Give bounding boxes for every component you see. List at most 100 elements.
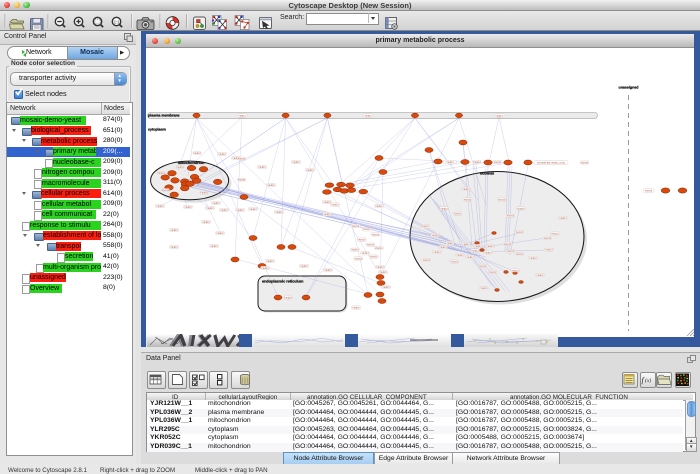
svg-text:Ybr012: Ybr012 <box>507 250 515 253</box>
svg-text:Ybr012: Ybr012 <box>261 267 269 270</box>
svg-text:cytoplasm: cytoplasm <box>148 128 166 132</box>
svg-text:Ybr012: Ybr012 <box>439 246 447 249</box>
svg-text:Ybr012: Ybr012 <box>551 232 559 235</box>
svg-text:Ybr012: Ybr012 <box>358 239 366 242</box>
svg-text:Ybr012: Ybr012 <box>170 229 178 232</box>
svg-text:GO:0044464 cellular_comp: GO:0044464 cellular_comp <box>537 161 566 164</box>
svg-text:Ybr012: Ybr012 <box>516 231 524 234</box>
svg-text:(x): (x) <box>645 378 651 384</box>
svg-text:Ybr012: Ybr012 <box>421 225 429 228</box>
svg-text:nucleus: nucleus <box>480 172 494 176</box>
svg-text:Ybr012: Ybr012 <box>324 269 332 272</box>
svg-text:mitochondrion: mitochondrion <box>178 161 205 165</box>
svg-text:Ybr012: Ybr012 <box>156 205 164 208</box>
svg-text:Ybr012: Ybr012 <box>473 161 481 164</box>
svg-text:Ybr012: Ybr012 <box>454 213 462 216</box>
svg-text:Ybr012: Ybr012 <box>516 253 524 256</box>
svg-text:Ybr012: Ybr012 <box>372 233 380 236</box>
svg-text:Ybr012: Ybr012 <box>238 114 246 117</box>
svg-text:Ybr012: Ybr012 <box>157 172 165 175</box>
svg-text:Ybr012: Ybr012 <box>480 287 488 290</box>
svg-text:Ybr012: Ybr012 <box>382 286 390 289</box>
svg-text:Ybr012: Ybr012 <box>464 198 472 201</box>
svg-text:Ybr012: Ybr012 <box>202 221 210 224</box>
svg-text:Ybr012: Ybr012 <box>462 188 470 191</box>
svg-text:Ybr012: Ybr012 <box>355 257 363 260</box>
svg-text:Ybr012: Ybr012 <box>364 114 372 117</box>
svg-text:Ybr012: Ybr012 <box>474 245 482 248</box>
svg-text:Ybr012: Ybr012 <box>504 243 512 246</box>
svg-text:Ybr012: Ybr012 <box>352 225 360 228</box>
svg-text:Ybr012: Ybr012 <box>486 245 494 248</box>
svg-text:Ybr012: Ybr012 <box>249 208 257 211</box>
svg-text:Ybr012: Ybr012 <box>456 254 464 257</box>
svg-text:Ybr012: Ybr012 <box>267 184 275 187</box>
svg-text:Ybr012: Ybr012 <box>363 228 371 231</box>
svg-text:Ybr012: Ybr012 <box>471 249 479 252</box>
svg-text:Ybr012: Ybr012 <box>375 205 383 208</box>
svg-text:Ybr012: Ybr012 <box>352 306 360 309</box>
svg-text:Ybr012: Ybr012 <box>212 202 220 205</box>
svg-text:Ybr012: Ybr012 <box>236 209 244 212</box>
svg-text:Ybr012: Ybr012 <box>200 192 208 195</box>
svg-text:Ybr012: Ybr012 <box>466 256 474 259</box>
svg-text:Ybr012: Ybr012 <box>376 266 384 269</box>
svg-text:Ybr012: Ybr012 <box>529 257 537 260</box>
svg-text:Ybr012: Ybr012 <box>431 234 439 237</box>
svg-text:Ybr012: Ybr012 <box>176 166 184 169</box>
svg-text:Ybr012: Ybr012 <box>275 211 283 214</box>
svg-text:Ybr012: Ybr012 <box>517 207 525 210</box>
svg-text:Ybr012: Ybr012 <box>559 217 567 220</box>
svg-text:Ybr012: Ybr012 <box>193 152 201 155</box>
svg-text:Ybr012: Ybr012 <box>258 166 266 169</box>
svg-text:Ybr012: Ybr012 <box>536 274 544 277</box>
svg-text:Ybr012: Ybr012 <box>446 242 454 245</box>
svg-text:Ybr012: Ybr012 <box>645 189 653 192</box>
svg-text:Ybr012: Ybr012 <box>206 207 214 210</box>
svg-text:Ybr012: Ybr012 <box>446 161 454 164</box>
svg-text:unassigned: unassigned <box>619 86 639 90</box>
svg-text:Ybr012: Ybr012 <box>545 249 553 252</box>
svg-text:Ybr012: Ybr012 <box>367 244 375 247</box>
svg-text:Ybr012: Ybr012 <box>162 189 170 192</box>
svg-text:Ybr012: Ybr012 <box>306 169 314 172</box>
svg-text:Ybr012: Ybr012 <box>484 251 492 254</box>
svg-text:Ybr012: Ybr012 <box>544 237 552 240</box>
svg-text:Ybr012: Ybr012 <box>451 261 459 264</box>
svg-text:Ybr012: Ybr012 <box>495 114 503 117</box>
svg-text:Ybr012: Ybr012 <box>238 158 246 161</box>
svg-text:plasma membrane: plasma membrane <box>148 114 180 118</box>
svg-text:Ybr012: Ybr012 <box>170 246 178 249</box>
svg-text:Ybr012: Ybr012 <box>266 260 274 263</box>
svg-text:Ybr012: Ybr012 <box>494 161 502 164</box>
svg-text:Ybr012: Ybr012 <box>216 232 224 235</box>
svg-text:Ybr012: Ybr012 <box>507 215 515 218</box>
svg-text:Ybr012: Ybr012 <box>423 259 431 262</box>
svg-text:endoplasmic reticulum: endoplasmic reticulum <box>262 280 304 284</box>
svg-text:Ybr012: Ybr012 <box>184 206 192 209</box>
svg-text:Ybr012: Ybr012 <box>331 204 339 207</box>
svg-text:Ybr012: Ybr012 <box>351 249 359 252</box>
svg-text:Ybr012: Ybr012 <box>300 265 308 268</box>
svg-text:Ybr012: Ybr012 <box>489 271 497 274</box>
svg-text:Ybr012: Ybr012 <box>210 245 218 248</box>
svg-text:1:1: 1:1 <box>114 19 120 24</box>
svg-text:Ybr012: Ybr012 <box>238 179 246 182</box>
svg-text:Ybr012: Ybr012 <box>218 153 226 156</box>
svg-text:Ybr012: Ybr012 <box>292 161 300 164</box>
svg-text:Ybr012: Ybr012 <box>220 209 228 212</box>
svg-text:Ybr012: Ybr012 <box>440 207 448 210</box>
svg-text:Ybr012: Ybr012 <box>323 201 331 204</box>
svg-text:Ybr012: Ybr012 <box>284 296 292 299</box>
svg-text:Ybr012: Ybr012 <box>511 269 519 272</box>
svg-text:Ybr012: Ybr012 <box>498 198 506 201</box>
svg-text:Ybr012: Ybr012 <box>361 252 369 255</box>
svg-text:Ybr012: Ybr012 <box>323 213 331 216</box>
svg-text:Ybr012: Ybr012 <box>379 271 387 274</box>
svg-text:Ybr012: Ybr012 <box>581 161 589 164</box>
svg-text:Ybr012: Ybr012 <box>462 243 470 246</box>
svg-text:Ybr012: Ybr012 <box>479 265 487 268</box>
svg-text:Ybr012: Ybr012 <box>370 256 378 259</box>
svg-text:Ybr012: Ybr012 <box>433 251 441 254</box>
svg-text:Ybr012: Ybr012 <box>375 247 383 250</box>
